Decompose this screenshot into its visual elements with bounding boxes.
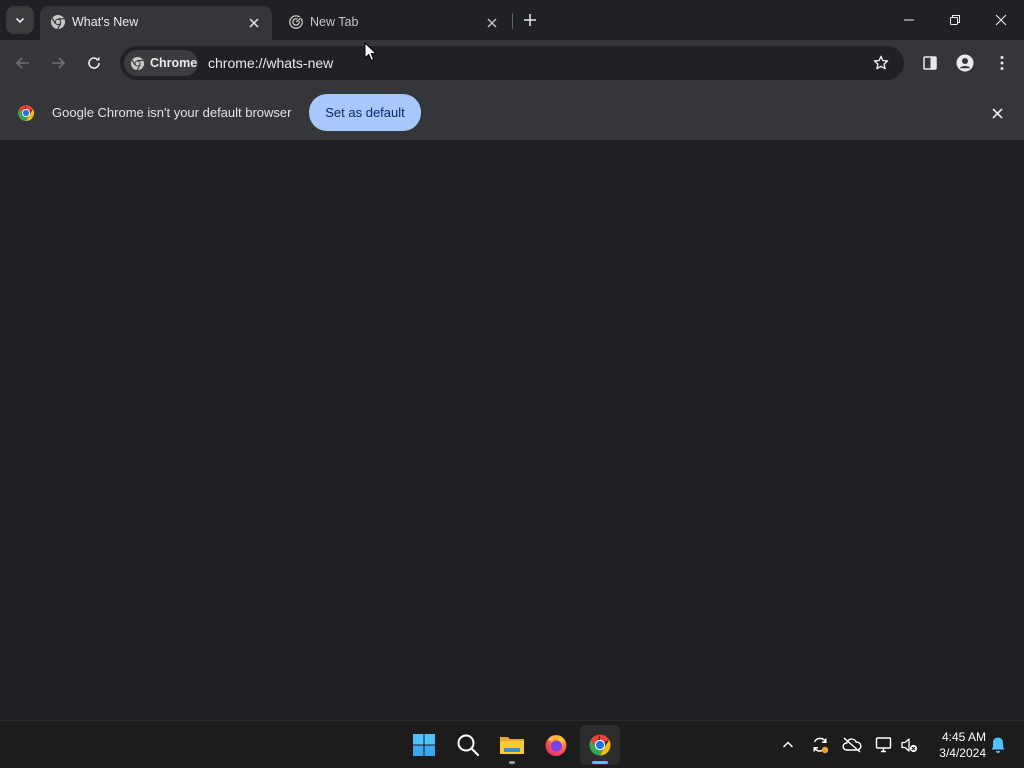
toolbar: Chrome chrome://whats-new <box>0 40 1024 86</box>
show-hidden-icons-button[interactable] <box>776 733 800 757</box>
close-window-button[interactable] <box>978 0 1024 40</box>
reload-button[interactable] <box>80 49 108 77</box>
set-as-default-button[interactable]: Set as default <box>309 94 421 131</box>
tab-divider <box>512 13 513 29</box>
tab-close-button[interactable] <box>482 13 502 33</box>
menu-button[interactable] <box>988 49 1016 77</box>
tab-search-button[interactable] <box>6 6 34 34</box>
chevron-down-icon <box>14 14 26 26</box>
onedrive-tray-button[interactable] <box>840 733 864 757</box>
page-content <box>0 140 1024 720</box>
chrome-logo-icon <box>17 104 35 122</box>
sync-tray-button[interactable] <box>808 733 832 757</box>
forward-arrow-icon <box>50 55 66 71</box>
close-icon <box>991 107 1003 119</box>
onedrive-icon <box>842 737 862 753</box>
tab-title: What's New <box>72 15 139 29</box>
plus-icon <box>523 13 537 27</box>
side-panel-button[interactable] <box>916 49 944 77</box>
profile-icon <box>956 54 974 72</box>
chrome-icon <box>50 14 66 30</box>
star-icon <box>873 55 889 71</box>
file-explorer-button[interactable] <box>492 725 532 765</box>
file-explorer-icon <box>499 734 525 756</box>
close-icon <box>995 14 1007 26</box>
omnibox[interactable]: Chrome chrome://whats-new <box>120 46 904 80</box>
chrome-taskbar-button[interactable] <box>580 725 620 765</box>
clock-time: 4:45 AM <box>941 730 986 744</box>
firefox-icon <box>544 733 568 757</box>
infobar-close-button[interactable] <box>986 102 1008 124</box>
bookmark-button[interactable] <box>868 50 894 76</box>
sync-icon <box>810 735 830 755</box>
mouse-cursor-icon <box>364 42 378 62</box>
start-button[interactable] <box>404 725 444 765</box>
volume-muted-icon <box>900 736 918 754</box>
new-tab-icon <box>288 14 304 30</box>
taskbar-clock[interactable]: 4:45 AM 3/4/2024 <box>926 729 986 761</box>
notification-bell-icon <box>990 736 1006 754</box>
close-icon <box>487 18 497 28</box>
infobar-message: Google Chrome isn't your default browser <box>52 105 292 120</box>
clock-date: 3/4/2024 <box>939 746 986 760</box>
network-tray-button[interactable] <box>872 733 896 757</box>
minimize-icon <box>903 14 915 26</box>
firefox-button[interactable] <box>536 725 576 765</box>
default-browser-infobar: Google Chrome isn't your default browser… <box>0 86 1024 140</box>
active-indicator <box>592 761 608 764</box>
reload-icon <box>86 55 102 71</box>
url-text[interactable]: chrome://whats-new <box>208 55 333 71</box>
site-info-chip[interactable]: Chrome <box>124 50 198 76</box>
back-arrow-icon <box>15 55 31 71</box>
tab-strip: What's New New Tab <box>0 0 1024 40</box>
chip-label: Chrome <box>150 56 198 70</box>
new-tab-button[interactable] <box>518 8 542 32</box>
start-icon <box>412 733 436 757</box>
tab-new-tab[interactable]: New Tab <box>278 6 510 40</box>
kebab-menu-icon <box>999 55 1005 71</box>
volume-tray-button[interactable] <box>897 733 921 757</box>
forward-button[interactable] <box>44 49 72 77</box>
tab-close-button[interactable] <box>244 13 264 33</box>
running-indicator <box>509 761 515 764</box>
chrome-icon <box>588 733 612 757</box>
taskbar: 4:45 AM 3/4/2024 <box>0 720 1024 768</box>
chevron-up-icon <box>782 739 794 751</box>
tab-title: New Tab <box>310 15 359 29</box>
taskbar-search-button[interactable] <box>448 725 488 765</box>
profile-button[interactable] <box>951 49 979 77</box>
back-button[interactable] <box>9 49 37 77</box>
restore-button[interactable] <box>932 0 978 40</box>
restore-icon <box>949 14 961 26</box>
search-icon <box>456 733 480 757</box>
chrome-icon <box>130 56 145 71</box>
network-icon <box>875 736 893 754</box>
side-panel-icon <box>922 55 938 71</box>
close-icon <box>249 18 259 28</box>
tab-whats-new[interactable]: What's New <box>40 6 272 40</box>
minimize-button[interactable] <box>886 0 932 40</box>
notification-center-button[interactable] <box>986 733 1010 757</box>
